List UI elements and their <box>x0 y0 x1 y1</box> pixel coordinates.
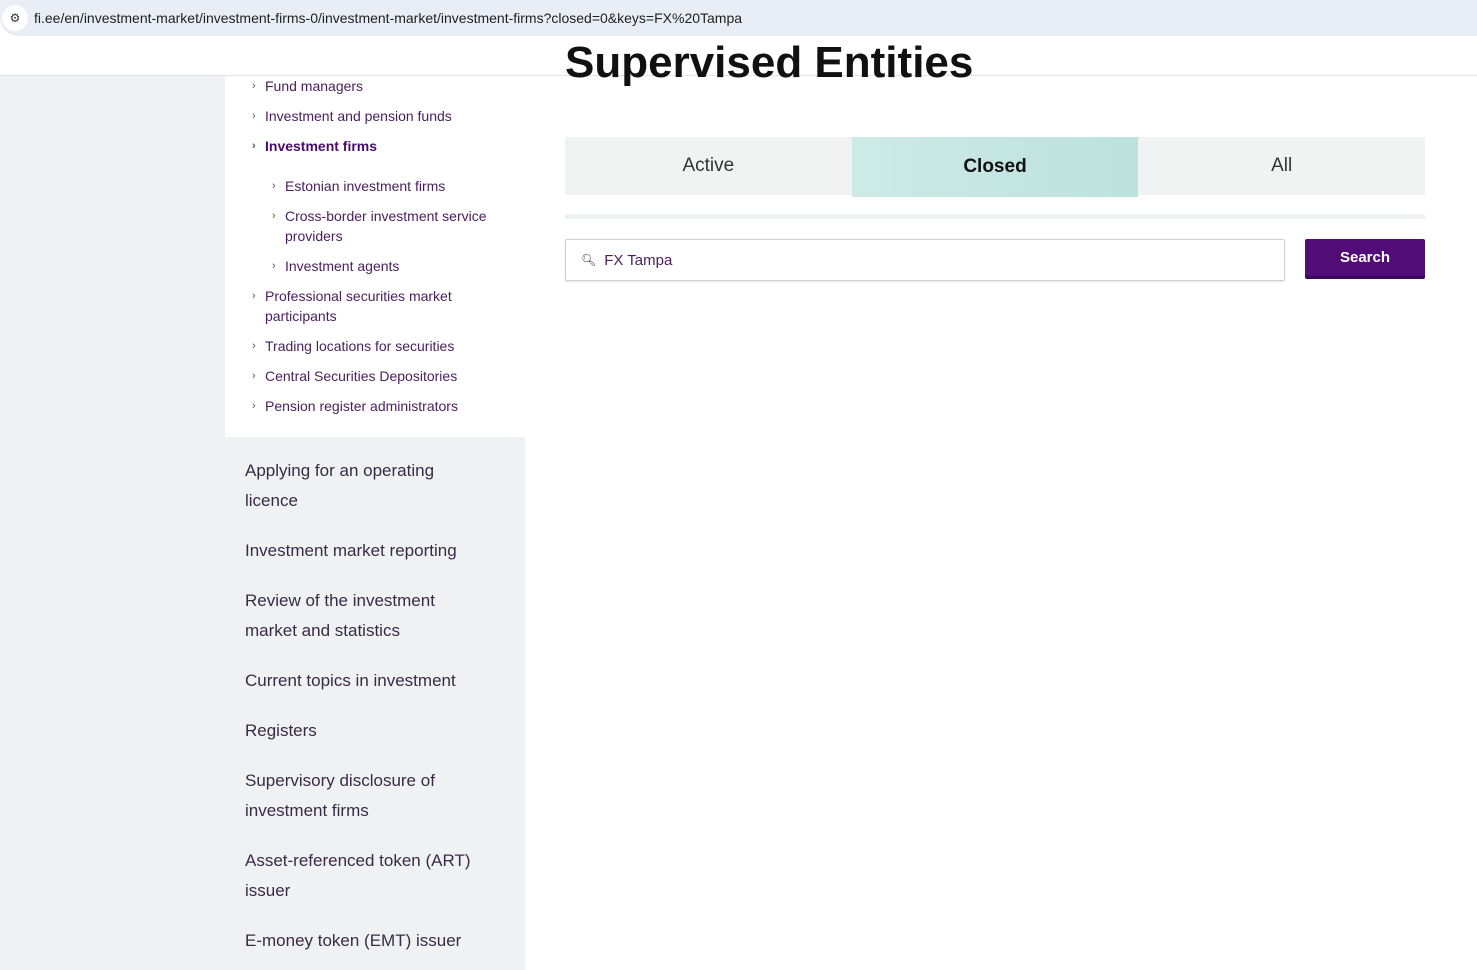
address-bar[interactable]: ⚙ fi.ee/en/investment-market/investment-… <box>0 0 1477 36</box>
divider <box>565 214 1425 219</box>
submenu-label: Cross-border investment service provider… <box>285 208 487 244</box>
chevron-right-icon: › <box>272 260 276 272</box>
left-gutter <box>0 76 225 970</box>
submenu-investment-agents[interactable]: › Investment agents <box>272 256 400 276</box>
chevron-right-icon: › <box>252 290 256 302</box>
page-title: Supervised Entities <box>565 38 974 87</box>
nav-item[interactable]: Review of the investment market and stat… <box>245 586 445 646</box>
submenu-label: Pension register administrators <box>265 398 458 414</box>
search-icon: 🔍︎ <box>581 253 597 267</box>
tab-all[interactable]: All <box>1138 137 1425 195</box>
submenu-label: Fund managers <box>265 78 364 94</box>
submenu-cross-border[interactable]: › Cross-border investment service provide… <box>272 206 510 246</box>
tab-closed[interactable]: Closed <box>851 137 1139 197</box>
chevron-right-icon: › <box>252 370 256 382</box>
chevron-right-icon: › <box>252 340 256 352</box>
submenu-professional-participants[interactable]: › Professional securities market particip… <box>252 286 480 326</box>
nav-item[interactable]: Applying for an operating licence <box>245 456 445 516</box>
chevron-right-icon: › <box>252 80 256 92</box>
search-box: 🔍︎ <box>565 239 1285 281</box>
nav-item[interactable]: Asset-referenced token (ART) issuer <box>245 846 475 906</box>
submenu-estonian-investment-firms[interactable]: › Estonian investment firms <box>272 176 446 196</box>
search-button[interactable]: Search <box>1305 239 1425 279</box>
search-input[interactable] <box>604 251 1255 269</box>
submenu-trading-locations[interactable]: › Trading locations for securities <box>252 336 455 356</box>
submenu-label: Estonian investment firms <box>285 178 446 194</box>
submenu-label: Investment firms <box>265 138 378 154</box>
chevron-right-icon: › <box>272 180 276 192</box>
chevron-right-icon: › <box>272 210 276 222</box>
submenu-label: Trading locations for securities <box>265 338 455 354</box>
nav-item[interactable]: Registers <box>245 716 505 746</box>
submenu-fund-managers[interactable]: › Fund managers <box>252 76 364 96</box>
submenu-csd[interactable]: › Central Securities Depositories <box>252 366 458 386</box>
submenu-label: Investment agents <box>285 258 400 274</box>
submenu-label: Investment and pension funds <box>265 108 452 124</box>
tab-active[interactable]: Active <box>565 137 852 195</box>
submenu-investment-pension-funds[interactable]: › Investment and pension funds <box>252 106 452 126</box>
chevron-right-icon: › <box>252 110 256 122</box>
section-nav: Applying for an operating licence Invest… <box>225 437 525 970</box>
submenu-label: Professional securities market participa… <box>265 288 452 324</box>
nav-item[interactable]: Investment market reporting <box>245 536 505 566</box>
nav-item[interactable]: E-money token (EMT) issuer <box>245 926 505 956</box>
site-settings-icon[interactable]: ⚙ <box>2 5 28 31</box>
chevron-right-icon: › <box>252 140 256 152</box>
nav-item[interactable]: Supervisory disclosure of investment fir… <box>245 766 445 826</box>
submenu-investment-firms[interactable]: › Investment firms <box>252 136 378 156</box>
submenu-pension-register[interactable]: › Pension register administrators <box>252 396 458 416</box>
submenu-label: Central Securities Depositories <box>265 368 458 384</box>
nav-item[interactable]: Current topics in investment <box>245 666 505 696</box>
url-text[interactable]: fi.ee/en/investment-market/investment-fi… <box>34 10 742 26</box>
status-tabs: Active Closed All <box>565 137 1425 197</box>
submenu: › Fund managers › Investment and pension f… <box>225 76 525 437</box>
chevron-right-icon: › <box>252 400 256 412</box>
